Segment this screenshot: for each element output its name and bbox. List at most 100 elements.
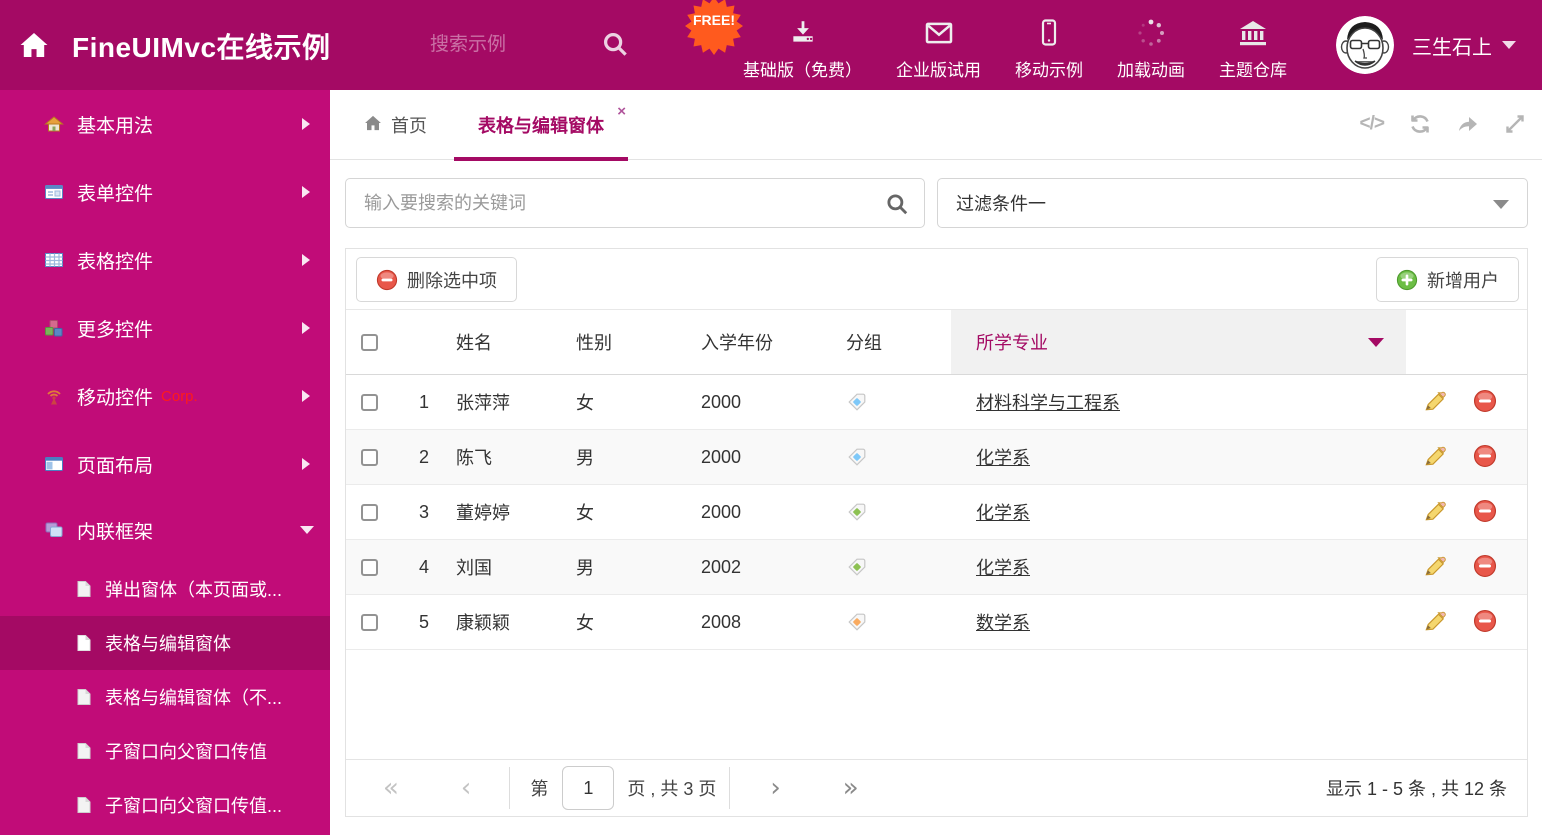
cell-gender: 女	[576, 503, 594, 523]
last-page-icon[interactable]: »	[843, 775, 859, 801]
sidebar-item-more-controls[interactable]: 更多控件	[0, 294, 330, 362]
edit-icon[interactable]	[1421, 499, 1447, 525]
col-header-name[interactable]: 姓名	[441, 310, 576, 374]
cell-name: 张萍萍	[456, 393, 510, 413]
edit-icon[interactable]	[1421, 444, 1447, 470]
cell-year: 2000	[701, 446, 742, 467]
add-user-button[interactable]: 新增用户	[1376, 257, 1519, 302]
chevron-right-icon	[302, 118, 310, 130]
nav-enterprise-trial[interactable]: 企业版试用	[879, 0, 998, 90]
sidebar-item-page-layout[interactable]: 页面布局	[0, 430, 330, 498]
app-title: FineUIMvc在线示例	[72, 32, 331, 63]
delete-row-icon[interactable]	[1473, 554, 1499, 580]
page-icon	[75, 742, 93, 760]
user-menu[interactable]: 三生石上	[1412, 0, 1516, 90]
row-checkbox[interactable]	[361, 448, 378, 466]
edit-icon[interactable]	[1421, 389, 1447, 415]
row-checkbox[interactable]	[361, 503, 378, 521]
search-icon[interactable]	[884, 191, 910, 222]
filter-dropdown-value: 过滤条件一	[956, 194, 1046, 214]
col-header-index	[391, 310, 441, 374]
nav-loading-animation[interactable]: 加载动画	[1100, 0, 1202, 90]
sidebar-subitem-popup-window[interactable]: 弹出窗体（本页面或...	[0, 562, 330, 616]
major-link[interactable]: 化学系	[976, 554, 1030, 580]
chevron-down-icon	[1368, 338, 1384, 347]
filter-dropdown[interactable]: 过滤条件一	[937, 178, 1528, 228]
sidebar-subitem-grid-edit-window-2[interactable]: 表格与编辑窗体（不...	[0, 670, 330, 724]
col-header-gender[interactable]: 性别	[576, 310, 701, 374]
cell-year: 2000	[701, 391, 742, 412]
delete-row-icon[interactable]	[1473, 609, 1499, 635]
frames-icon	[44, 520, 64, 540]
filter-row: 过滤条件一	[345, 178, 1528, 228]
row-index: 2	[418, 446, 429, 467]
nav-basic-edition[interactable]: 基础版（免费）	[726, 0, 879, 90]
sidebar-item-basic-usage[interactable]: 基本用法	[0, 90, 330, 158]
row-checkbox[interactable]	[361, 393, 378, 411]
edit-icon[interactable]	[1421, 554, 1447, 580]
major-link[interactable]: 化学系	[976, 499, 1030, 525]
major-link[interactable]: 数学系	[976, 609, 1030, 635]
sidebar-subitem-child-to-parent-2[interactable]: 子窗口向父窗口传值...	[0, 778, 330, 832]
nav-enterprise-trial-label: 企业版试用	[896, 61, 981, 80]
delete-row-icon[interactable]	[1473, 444, 1499, 470]
keyword-search-input[interactable]	[346, 179, 924, 227]
expand-icon[interactable]	[1504, 113, 1526, 135]
chevron-right-icon	[302, 186, 310, 198]
table-row: 2 陈飞 男 2000 化学系	[346, 430, 1527, 485]
antenna-icon	[44, 386, 64, 406]
chevron-down-icon	[300, 526, 314, 534]
sidebar-subitem-label: 表格与编辑窗体（不...	[105, 688, 283, 708]
view-source-icon[interactable]: </>	[1360, 113, 1386, 135]
header-search-input[interactable]	[430, 28, 585, 62]
mobile-icon	[1036, 14, 1062, 52]
tag-icon	[846, 556, 868, 578]
sidebar-subitem-label: 子窗口向父窗口传值	[105, 742, 267, 762]
mail-icon	[923, 14, 955, 52]
select-all-checkbox[interactable]	[361, 333, 378, 351]
col-header-year[interactable]: 入学年份	[701, 310, 831, 374]
col-header-group[interactable]: 分组	[831, 310, 951, 374]
cell-year: 2000	[701, 501, 742, 522]
tab-home-label: 首页	[391, 116, 427, 136]
row-checkbox[interactable]	[361, 613, 378, 631]
refresh-icon[interactable]	[1408, 112, 1432, 136]
sidebar-subitem-child-to-parent[interactable]: 子窗口向父窗口传值	[0, 724, 330, 778]
sidebar-item-mobile-controls[interactable]: 移动控件 Corp.	[0, 362, 330, 430]
nav-theme-repo-label: 主题仓库	[1219, 61, 1287, 80]
major-link[interactable]: 材料科学与工程系	[976, 389, 1120, 415]
tab-home[interactable]: 首页	[363, 90, 427, 160]
col-header-major[interactable]: 所学专业	[951, 310, 1406, 374]
row-checkbox[interactable]	[361, 558, 378, 576]
delete-selected-button[interactable]: 删除选中项	[356, 257, 517, 302]
next-page-icon[interactable]: ›	[770, 775, 780, 801]
sidebar-item-iframe[interactable]: 内联框架	[0, 498, 330, 562]
sidebar-subitem-grid-edit-window[interactable]: 表格与编辑窗体	[0, 616, 330, 670]
edit-icon[interactable]	[1421, 609, 1447, 635]
page-number-input[interactable]	[562, 766, 615, 810]
nav-loading-animation-label: 加载动画	[1117, 61, 1185, 80]
nav-mobile-demo[interactable]: 移动示例	[998, 0, 1100, 90]
first-page-icon[interactable]: «	[383, 775, 399, 801]
cell-name: 康颖颖	[456, 613, 510, 633]
tab-grid-edit-window[interactable]: 表格与编辑窗体 ×	[454, 90, 628, 161]
prev-page-icon[interactable]: ‹	[461, 775, 471, 801]
sidebar-item-label: 更多控件	[77, 319, 154, 341]
nav-theme-repo[interactable]: 主题仓库	[1202, 0, 1304, 90]
page-icon	[75, 688, 93, 706]
cell-gender: 女	[576, 393, 594, 413]
user-avatar[interactable]	[1336, 16, 1394, 74]
home-icon[interactable]	[17, 28, 51, 67]
corp-badge: Corp.	[161, 387, 198, 405]
sidebar-item-form-controls[interactable]: 表单控件	[0, 158, 330, 226]
sidebar-item-grid-controls[interactable]: 表格控件	[0, 226, 330, 294]
delete-row-icon[interactable]	[1473, 499, 1499, 525]
header-search-icon[interactable]	[600, 29, 630, 64]
major-link[interactable]: 化学系	[976, 444, 1030, 470]
delete-row-icon[interactable]	[1473, 389, 1499, 415]
share-icon[interactable]	[1456, 112, 1480, 136]
page-icon	[75, 580, 93, 598]
home-icon	[363, 113, 383, 138]
close-icon[interactable]: ×	[617, 104, 626, 119]
chevron-right-icon	[302, 322, 310, 334]
